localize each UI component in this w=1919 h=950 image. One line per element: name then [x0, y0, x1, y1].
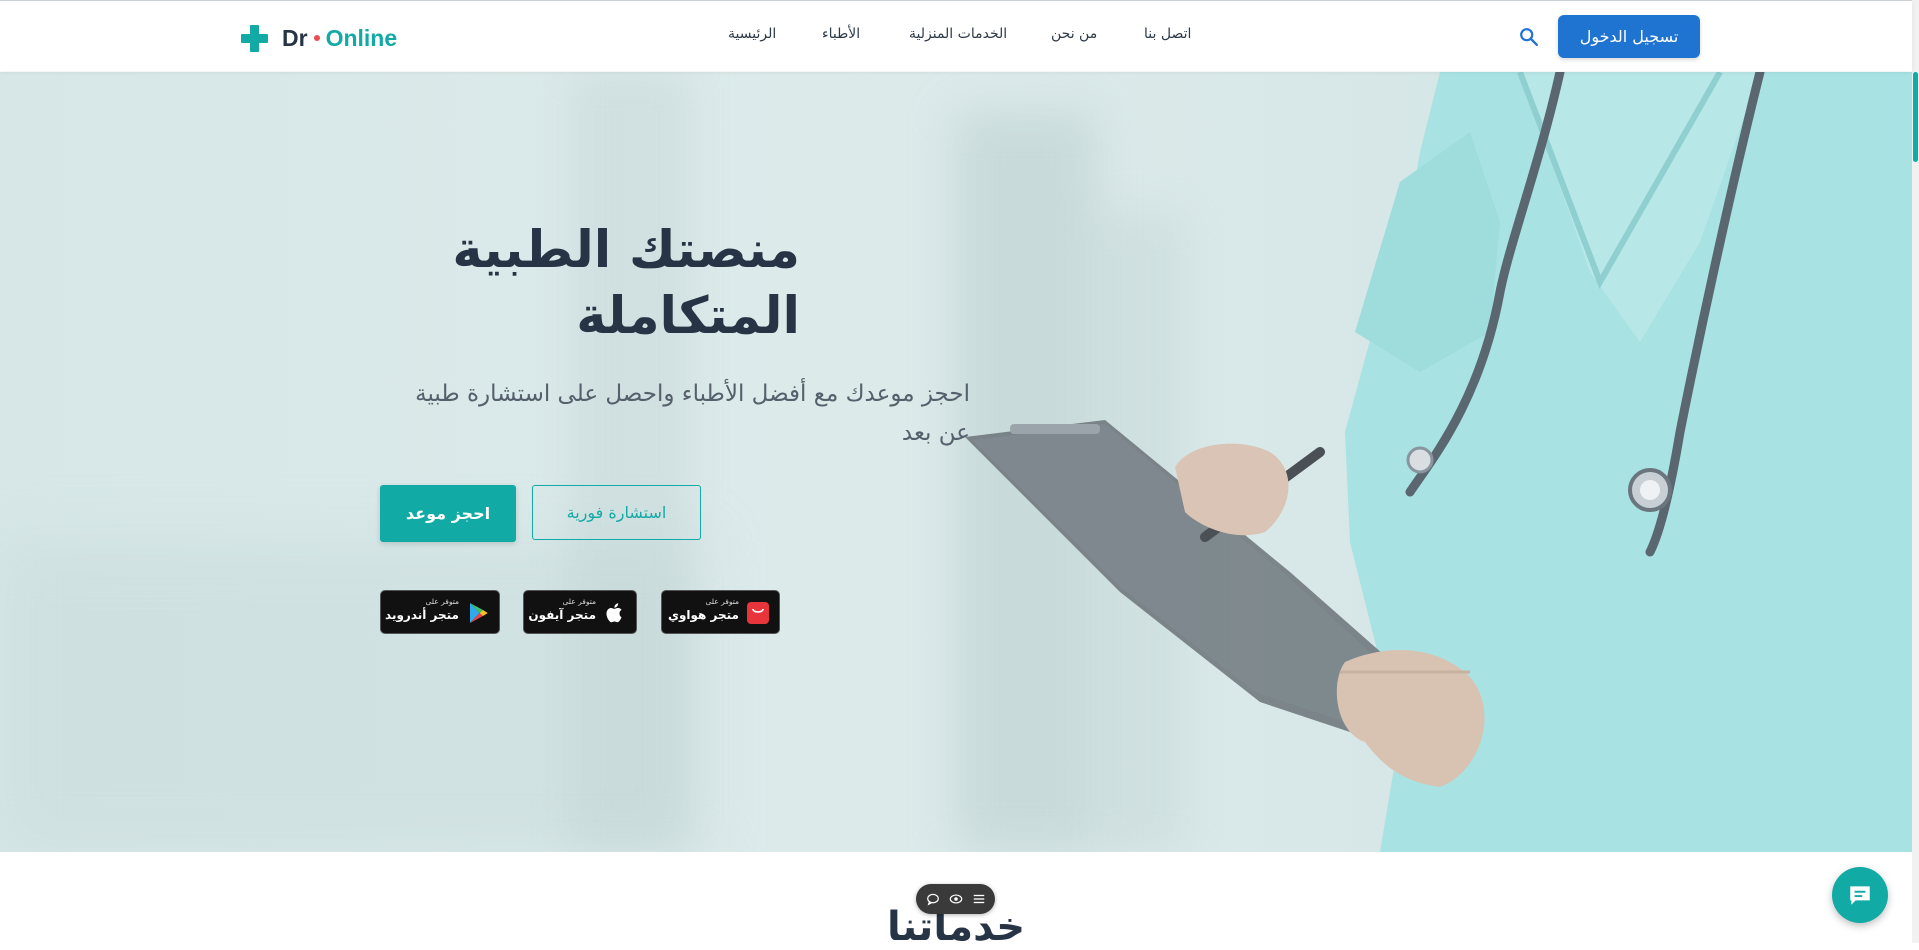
nav-home-services[interactable]: الخدمات المنزلية [909, 26, 1007, 42]
doctor-illustration [965, 72, 1912, 852]
store-available-text: متوفر على [425, 597, 459, 606]
medical-cross-icon [241, 24, 268, 52]
google-play-icon [470, 603, 488, 623]
site-logo[interactable]: Dr Online [241, 23, 397, 53]
chat-bubble-icon [1850, 886, 1870, 905]
logo-text-online: Online [325, 24, 398, 51]
google-play-badge[interactable]: متوفر على متجر أندرويد [380, 590, 500, 634]
store-name: متجر هواوي [667, 608, 739, 622]
store-available-text: متوفر على [705, 597, 739, 606]
hero-section: منصتك الطبية المتكاملة احجز موعدك مع أفض… [0, 72, 1912, 852]
huawei-appgallery-icon [747, 602, 769, 624]
search-icon[interactable] [1518, 26, 1540, 48]
store-available-text: متوفر على [562, 597, 596, 606]
book-appointment-button[interactable]: احجز موعد [380, 485, 516, 542]
floating-toolbar [916, 884, 995, 914]
scrollbar-thumb[interactable] [1913, 72, 1918, 162]
nav-doctors[interactable]: الأطباء [822, 26, 860, 42]
hero-title: منصتك الطبية المتكاملة [452, 221, 800, 346]
login-button[interactable]: تسجيل الدخول [1558, 15, 1700, 58]
comment-icon[interactable] [926, 892, 940, 906]
nav-home[interactable]: الرئيسية [728, 26, 776, 42]
eye-icon[interactable] [949, 892, 963, 906]
store-name: متجر آيفون [528, 608, 596, 622]
nav-contact[interactable]: اتصل بنا [1144, 26, 1191, 42]
instant-consultation-button[interactable]: استشارة فورية [532, 485, 701, 540]
hero-subtitle: احجز موعدك مع أفضل الأطباء واحصل على است… [415, 381, 970, 446]
logo-dot [313, 35, 320, 41]
list-menu-icon[interactable] [972, 892, 986, 906]
chat-button[interactable] [1832, 867, 1888, 923]
huawei-store-badge[interactable]: متوفر على متجر هواوي [661, 590, 780, 634]
site-header: Dr Online اتصل بنا من نحن الخدمات المنزل… [0, 1, 1912, 71]
apple-store-badge[interactable]: متوفر على متجر آيفون [523, 590, 637, 634]
nav-about[interactable]: من نحن [1051, 26, 1097, 42]
apple-icon [606, 603, 622, 623]
store-name: متجر أندرويد [385, 608, 459, 622]
logo-text-dr: Dr [282, 24, 308, 51]
